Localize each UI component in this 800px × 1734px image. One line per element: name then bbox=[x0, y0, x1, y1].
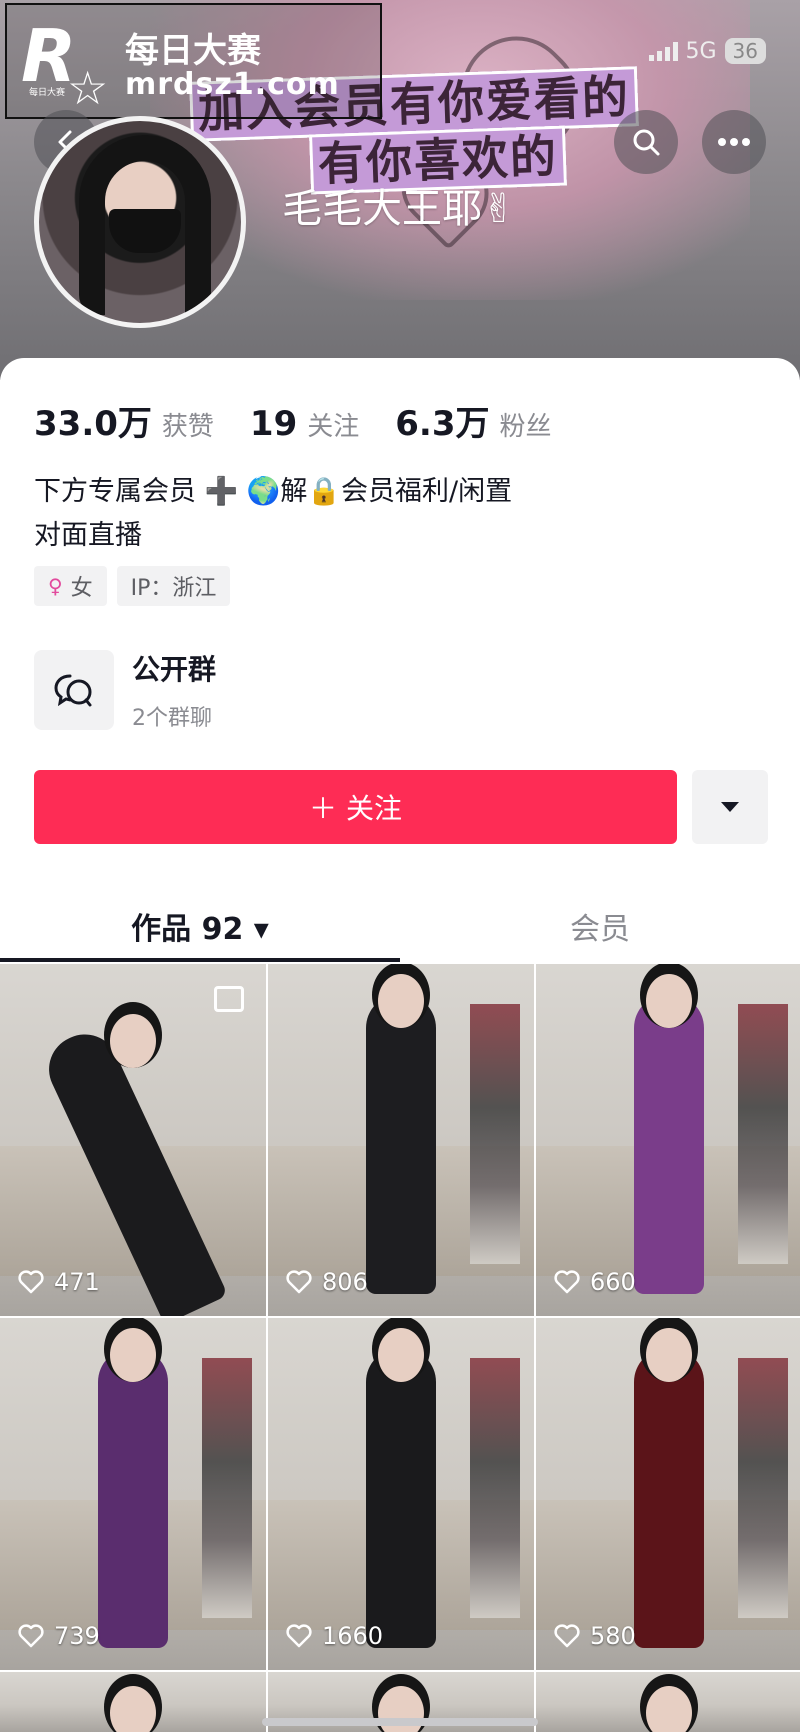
thumbnail-scene bbox=[646, 1328, 692, 1382]
stat-label: 关注 bbox=[307, 412, 360, 442]
outfit-figure bbox=[366, 994, 436, 1294]
stat-value: 33.0万 bbox=[34, 404, 152, 444]
thumbnail-scene bbox=[378, 974, 424, 1028]
signal-icon bbox=[648, 41, 678, 61]
active-tab-indicator bbox=[0, 958, 400, 962]
battery-icon: 36 bbox=[724, 38, 766, 64]
tag-label: 女 bbox=[70, 576, 93, 601]
stat-label: 获赞 bbox=[161, 412, 214, 442]
tag-label: IP：浙江 bbox=[130, 576, 217, 601]
watermark-title: 每日大赛 bbox=[125, 31, 261, 71]
video-thumbnail[interactable]: 806 bbox=[268, 964, 534, 1316]
video-thumbnail[interactable]: 1660 bbox=[268, 1318, 534, 1670]
heart-icon bbox=[18, 1270, 44, 1294]
thumbnail-scene bbox=[646, 974, 692, 1028]
more-button[interactable] bbox=[702, 110, 766, 174]
thumbnail-scene bbox=[738, 1358, 788, 1618]
group-title: 公开群 bbox=[132, 653, 217, 686]
thumbnail-scene bbox=[470, 1004, 520, 1264]
video-thumbnail[interactable]: 660 bbox=[536, 964, 800, 1316]
home-indicator[interactable] bbox=[262, 1718, 538, 1726]
watermark-url: mrdsz1.com bbox=[125, 67, 340, 102]
profile-username: 毛毛大王耶✌ bbox=[282, 186, 516, 232]
multi-image-icon bbox=[214, 986, 244, 1012]
thumbnail-scene bbox=[110, 1686, 156, 1732]
like-count: 1660 bbox=[322, 1622, 384, 1650]
heart-icon bbox=[18, 1624, 44, 1648]
video-thumbnail[interactable]: 580 bbox=[536, 1318, 800, 1670]
thumbnail-scene bbox=[738, 1004, 788, 1264]
profile-banner: 加入会员有你爱看的 有你喜欢的 5G 36 R ☆ 每日大赛 每日大赛 mrds… bbox=[0, 0, 800, 380]
status-bar: 5G 36 bbox=[648, 38, 766, 64]
heart-icon bbox=[554, 1270, 580, 1294]
group-subtitle: 2个群聊 bbox=[132, 706, 212, 731]
stat-following[interactable]: 19 关注 bbox=[250, 404, 359, 444]
profile-stats: 33.0万 获赞 19 关注 6.3万 粉丝 bbox=[34, 396, 588, 445]
video-likes: 1660 bbox=[286, 1622, 383, 1650]
stat-value: 19 bbox=[249, 404, 298, 444]
thumbnail-scene bbox=[646, 1686, 692, 1732]
video-likes: 739 bbox=[18, 1622, 100, 1650]
like-count: 660 bbox=[590, 1268, 636, 1296]
thumbnail-scene bbox=[378, 1328, 424, 1382]
video-likes: 660 bbox=[554, 1268, 636, 1296]
gender-tag: ♀ 女 bbox=[34, 566, 107, 606]
profile-tags: ♀ 女 IP：浙江 bbox=[34, 566, 231, 606]
like-count: 806 bbox=[322, 1268, 368, 1296]
video-thumbnail[interactable]: 471 bbox=[0, 964, 266, 1316]
search-button[interactable] bbox=[614, 110, 678, 174]
thumbnail-scene bbox=[202, 1358, 252, 1618]
bio-line: 对面直播 bbox=[34, 520, 142, 551]
public-group-entry[interactable]: 公开群 2个群聊 bbox=[34, 648, 216, 732]
outfit-figure bbox=[634, 994, 704, 1294]
video-thumbnail[interactable] bbox=[0, 1672, 266, 1732]
network-label: 5G bbox=[685, 38, 717, 64]
more-dots-icon bbox=[718, 138, 750, 146]
watermark-overlay: R ☆ 每日大赛 每日大赛 mrdsz1.com bbox=[5, 3, 382, 119]
heart-icon bbox=[286, 1270, 312, 1294]
video-likes: 471 bbox=[18, 1268, 100, 1296]
profile-card: 33.0万 获赞 19 关注 6.3万 粉丝 下方专属会员 ➕ 🌍解🔒会员福利/… bbox=[0, 358, 800, 1734]
thumbnail-scene bbox=[110, 1014, 156, 1068]
stat-followers[interactable]: 6.3万 粉丝 bbox=[395, 396, 551, 445]
follow-button[interactable]: ＋ 关注 bbox=[34, 770, 677, 844]
like-count: 739 bbox=[54, 1622, 100, 1650]
thumbnail-scene bbox=[470, 1358, 520, 1618]
video-likes: 806 bbox=[286, 1268, 368, 1296]
outfit-figure bbox=[98, 1348, 168, 1648]
star-icon: ☆ bbox=[67, 61, 109, 115]
thumbnail-scene bbox=[110, 1328, 156, 1382]
tab-works[interactable]: 作品 92 ▾ bbox=[0, 890, 400, 962]
heart-icon bbox=[286, 1624, 312, 1648]
group-chat-icon bbox=[34, 650, 114, 730]
outfit-figure bbox=[366, 1348, 436, 1648]
stat-likes[interactable]: 33.0万 获赞 bbox=[34, 396, 214, 445]
video-thumbnail[interactable]: 739 bbox=[0, 1318, 266, 1670]
watermark-logo-small: 每日大赛 bbox=[29, 88, 66, 98]
tab-member[interactable]: 会员 bbox=[400, 890, 800, 962]
stat-label: 粉丝 bbox=[499, 412, 552, 442]
female-icon: ♀ bbox=[48, 574, 63, 598]
video-likes: 580 bbox=[554, 1622, 636, 1650]
recommend-dropdown-button[interactable] bbox=[692, 770, 768, 844]
ip-location-tag: IP：浙江 bbox=[116, 566, 231, 606]
outfit-figure bbox=[634, 1348, 704, 1648]
like-count: 471 bbox=[54, 1268, 100, 1296]
stat-value: 6.3万 bbox=[395, 404, 490, 444]
bio-line: 下方专属会员 ➕ 🌍解🔒会员福利/闲置 bbox=[34, 476, 513, 507]
like-count: 580 bbox=[590, 1622, 636, 1650]
heart-icon bbox=[554, 1624, 580, 1648]
profile-tabs: 作品 92 ▾ 会员 bbox=[0, 890, 800, 962]
profile-bio: 下方专属会员 ➕ 🌍解🔒会员福利/闲置 对面直播 bbox=[34, 470, 754, 558]
video-thumbnail[interactable] bbox=[536, 1672, 800, 1732]
avatar[interactable] bbox=[34, 116, 246, 328]
caret-down-icon bbox=[721, 802, 739, 812]
search-icon bbox=[633, 129, 660, 156]
